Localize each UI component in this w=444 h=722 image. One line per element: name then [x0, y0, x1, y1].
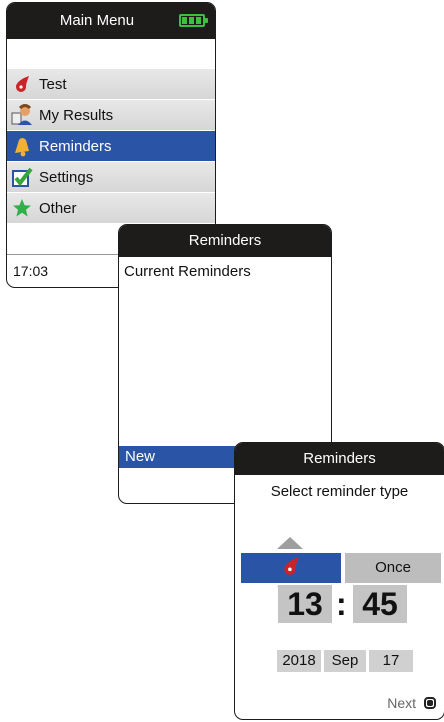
- menu-item-settings[interactable]: Settings: [7, 162, 215, 192]
- menu-item-label: Test: [39, 75, 67, 93]
- blood-drop-icon: [281, 556, 301, 581]
- button-icon: [424, 697, 436, 709]
- menu-item-label: Settings: [39, 168, 94, 186]
- hours-field[interactable]: 13: [278, 585, 332, 623]
- checkmark-box-icon: [11, 166, 33, 188]
- day-field[interactable]: 17: [369, 650, 413, 672]
- time-separator: :: [336, 586, 347, 622]
- menu-item-my-results[interactable]: My Results: [7, 100, 215, 130]
- month-field[interactable]: Sep: [324, 650, 366, 672]
- type-option-once[interactable]: Once: [345, 553, 441, 583]
- reminders-list-titlebar: Reminders: [119, 225, 331, 257]
- reminders-list-title: Reminders: [188, 232, 262, 249]
- menu-item-reminders[interactable]: Reminders: [7, 131, 215, 161]
- next-label: Next: [387, 695, 416, 711]
- time-picker: 13 : 45: [235, 585, 444, 627]
- main-menu-list: Test My Results Reminders Settings Other: [7, 69, 215, 224]
- new-reminder-label: New: [125, 448, 156, 465]
- year-field[interactable]: 2018: [277, 650, 321, 672]
- menu-item-other[interactable]: Other: [7, 193, 215, 223]
- minutes-field[interactable]: 45: [353, 585, 407, 623]
- star-icon: [11, 197, 33, 219]
- type-option-test[interactable]: [241, 553, 341, 583]
- battery-icon: [179, 14, 208, 27]
- person-chart-icon: [11, 104, 33, 126]
- reminder-type-screen: Reminders Select reminder type Once 13 :…: [234, 442, 444, 720]
- main-menu-title: Main Menu: [59, 12, 135, 29]
- menu-item-label: Reminders: [39, 137, 112, 155]
- reminder-type-titlebar: Reminders: [235, 443, 444, 475]
- blood-drop-icon: [11, 73, 33, 95]
- main-menu-titlebar: Main Menu: [7, 3, 215, 39]
- reminder-type-title: Reminders: [303, 450, 376, 467]
- next-button[interactable]: Next: [387, 695, 436, 711]
- menu-item-test[interactable]: Test: [7, 69, 215, 99]
- arrow-up-icon[interactable]: [277, 537, 303, 549]
- reminder-type-subtitle: Select reminder type: [270, 483, 409, 500]
- bell-icon: [11, 135, 33, 157]
- menu-item-label: My Results: [39, 106, 114, 124]
- clock-time: 17:03: [13, 263, 49, 279]
- current-reminders-heading: Current Reminders: [124, 263, 251, 280]
- reminder-type-selector: Once: [241, 553, 441, 583]
- menu-item-label: Other: [39, 199, 77, 217]
